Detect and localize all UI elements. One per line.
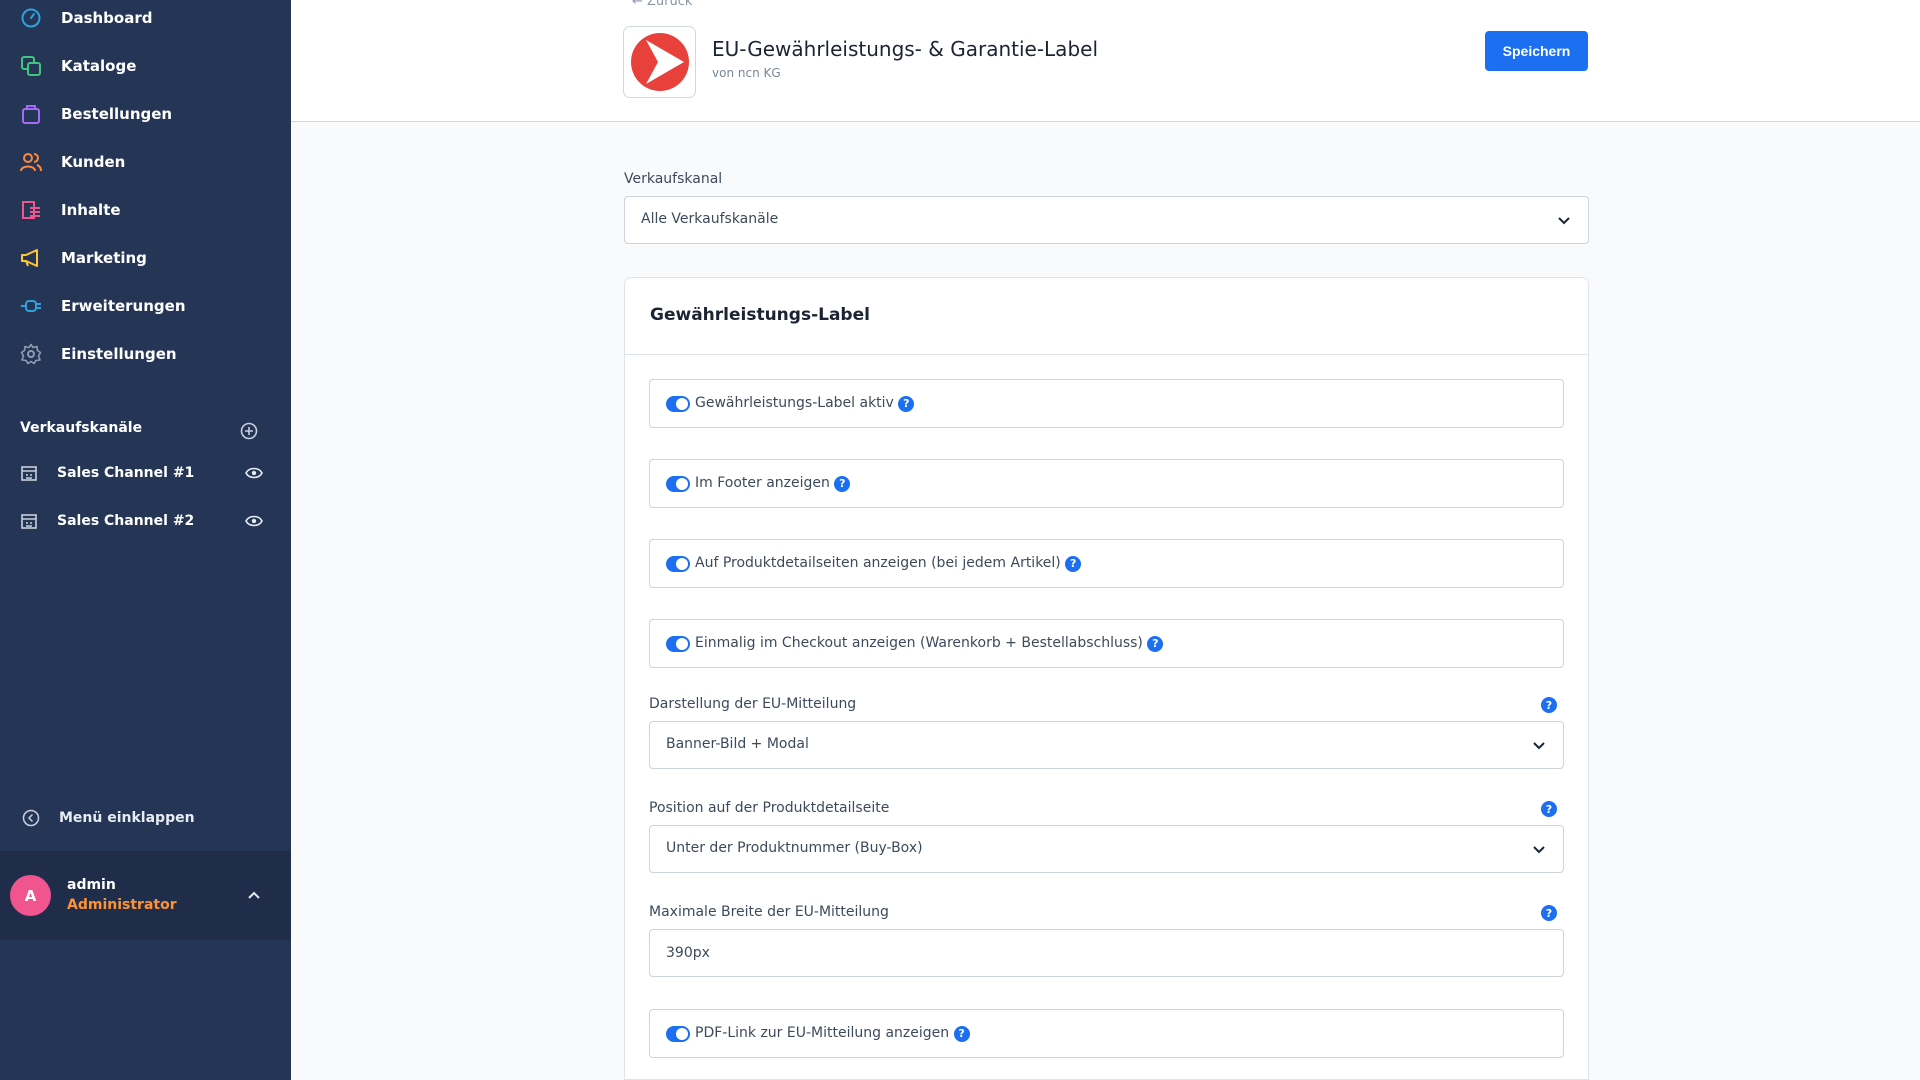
nav-content-label: Inhalte — [61, 201, 121, 219]
card-header: Gewährleistungs-Label — [625, 278, 1588, 355]
add-sales-channel-icon[interactable] — [239, 421, 259, 441]
app-logo-mark — [630, 33, 689, 91]
storefront-icon — [19, 511, 39, 531]
users-icon — [19, 150, 43, 174]
help-icon[interactable]: ? — [834, 475, 851, 492]
show-in-checkout-switch[interactable] — [666, 636, 690, 652]
user-role: Administrator — [67, 897, 177, 913]
chevron-up-icon[interactable] — [244, 885, 264, 905]
eye-icon[interactable] — [244, 511, 264, 531]
position-select[interactable]: Unter der Produktnummer (Buy-Box) — [649, 825, 1564, 873]
save-button[interactable]: Speichern — [1485, 31, 1588, 71]
sales-channel-item-1[interactable]: Sales Channel #1 — [0, 453, 291, 493]
sales-channels-title: Verkaufskanäle — [20, 420, 143, 436]
dashboard-icon — [19, 6, 43, 30]
toggle-label: Im Footer anzeigen ? — [695, 475, 851, 492]
nav-settings-label: Einstellungen — [61, 345, 177, 363]
nav-catalogs-label: Kataloge — [61, 57, 137, 75]
shopping-bag-icon — [19, 102, 43, 126]
toggle-label: Gewährleistungs-Label aktiv ? — [695, 395, 915, 412]
nav-marketing-label: Marketing — [61, 249, 147, 267]
back-link[interactable]: ← Zurück — [632, 0, 692, 9]
nav-catalogs[interactable]: Kataloge — [0, 46, 291, 86]
collapse-menu-label: Menü einklappen — [59, 810, 195, 826]
gear-icon — [19, 342, 43, 366]
app-logo — [623, 26, 696, 98]
toggle-label: Auf Produktdetailseiten anzeigen (bei je… — [695, 555, 1082, 572]
sidebar: Dashboard Kataloge Bestellungen Kunden I… — [0, 0, 291, 1080]
nav-customers[interactable]: Kunden — [0, 142, 291, 182]
toggle-row-footer: Im Footer anzeigen ? — [649, 459, 1564, 508]
catalog-icon — [19, 54, 43, 78]
toggle-row-checkout: Einmalig im Checkout anzeigen (Warenkorb… — [649, 619, 1564, 668]
nav-content[interactable]: Inhalte — [0, 190, 291, 230]
nav-orders-label: Bestellungen — [61, 105, 173, 123]
help-icon[interactable]: ? — [953, 1025, 970, 1042]
sales-channel-label: Sales Channel #1 — [57, 465, 195, 481]
app-vendor: von ncn KG — [712, 66, 781, 80]
nav-extensions[interactable]: Erweiterungen — [0, 286, 291, 326]
show-on-product-detail-switch[interactable] — [666, 556, 690, 572]
sales-channel-select-value: Alle Verkaufskanäle — [641, 211, 779, 227]
label-active-switch[interactable] — [666, 396, 690, 412]
chevron-left-circle-icon — [21, 808, 41, 828]
help-icon[interactable]: ? — [1147, 635, 1164, 652]
max-width-input[interactable] — [649, 929, 1564, 977]
plug-icon — [19, 294, 43, 318]
position-select-label: Position auf der Produktdetailseite — [649, 800, 890, 816]
help-icon[interactable]: ? — [1541, 905, 1557, 921]
toggle-row-pdf-link: PDF-Link zur EU-Mitteilung anzeigen ? — [649, 1009, 1564, 1058]
chevron-down-icon — [1554, 211, 1574, 231]
toggle-row-product-detail: Auf Produktdetailseiten anzeigen (bei je… — [649, 539, 1564, 588]
sales-channel-label: Sales Channel #2 — [57, 513, 195, 529]
nav-dashboard-label: Dashboard — [61, 9, 153, 27]
pdf-link-switch[interactable] — [666, 1026, 690, 1042]
nav-customers-label: Kunden — [61, 153, 126, 171]
card-title: Gewährleistungs-Label — [650, 305, 870, 325]
chevron-down-icon — [1529, 840, 1549, 860]
help-icon[interactable]: ? — [1065, 555, 1082, 572]
content-icon — [19, 198, 43, 222]
help-icon[interactable]: ? — [898, 395, 915, 412]
nav-marketing[interactable]: Marketing — [0, 238, 291, 278]
collapse-menu-button[interactable]: Menü einklappen — [0, 800, 291, 836]
toggle-label: PDF-Link zur EU-Mitteilung anzeigen ? — [695, 1025, 970, 1042]
display-select-value: Banner-Bild + Modal — [666, 736, 809, 752]
sales-channel-select-label: Verkaufskanal — [624, 171, 723, 187]
toggle-row-label-active: Gewährleistungs-Label aktiv ? — [649, 379, 1564, 428]
toggle-label: Einmalig im Checkout anzeigen (Warenkorb… — [695, 635, 1164, 652]
nav-settings[interactable]: Einstellungen — [0, 334, 291, 374]
nav-extensions-label: Erweiterungen — [61, 297, 186, 315]
help-icon[interactable]: ? — [1541, 801, 1557, 817]
display-select[interactable]: Banner-Bild + Modal — [649, 721, 1564, 769]
page-header: ← Zurück EU-Gewährleistungs- & Garantie-… — [291, 0, 1920, 122]
user-menu[interactable]: A admin Administrator — [0, 851, 291, 940]
display-select-label: Darstellung der EU-Mitteilung — [649, 696, 857, 712]
nav-orders[interactable]: Bestellungen — [0, 94, 291, 134]
sales-channel-item-2[interactable]: Sales Channel #2 — [0, 501, 291, 541]
storefront-icon — [19, 463, 39, 483]
user-name: admin — [67, 877, 116, 893]
page-title: EU-Gewährleistungs- & Garantie-Label — [712, 37, 1098, 61]
sales-channel-select[interactable]: Alle Verkaufskanäle — [624, 196, 1589, 244]
nav-dashboard[interactable]: Dashboard — [0, 0, 291, 38]
avatar: A — [10, 875, 51, 916]
help-icon[interactable]: ? — [1541, 697, 1557, 713]
eye-icon[interactable] — [244, 463, 264, 483]
warranty-label-card: Gewährleistungs-Label Gewährleistungs-La… — [624, 277, 1589, 1080]
max-width-label: Maximale Breite der EU-Mitteilung — [649, 904, 889, 920]
chevron-down-icon — [1529, 736, 1549, 756]
position-select-value: Unter der Produktnummer (Buy-Box) — [666, 840, 923, 856]
show-in-footer-switch[interactable] — [666, 476, 690, 492]
megaphone-icon — [19, 246, 43, 270]
